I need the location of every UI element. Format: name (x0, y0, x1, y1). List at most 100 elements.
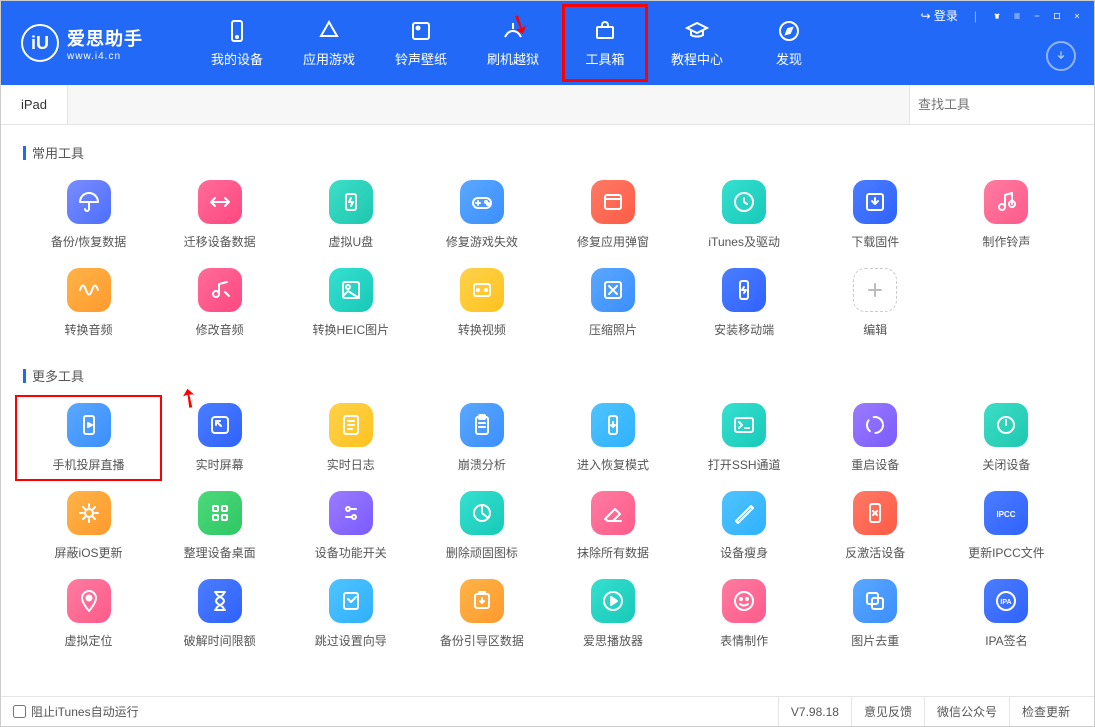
tool-umbrella[interactable]: 备份/恢复数据 (23, 180, 154, 250)
nav-label: 应用游戏 (303, 49, 355, 68)
wechat-link[interactable]: 微信公众号 (924, 697, 1009, 726)
tool-label: 手机投屏直播 (53, 456, 125, 473)
tool-erase[interactable]: 抹除所有数据 (548, 491, 679, 561)
tool-label: 备份/恢复数据 (51, 233, 126, 250)
tool-label: 崩溃分析 (458, 456, 506, 473)
tool-plus[interactable]: 编辑 (810, 268, 941, 338)
tool-wave[interactable]: 转换音频 (23, 268, 154, 338)
compress-icon (591, 268, 635, 312)
block-itunes-checkbox[interactable]: 阻止iTunes自动运行 (13, 703, 139, 720)
screen-icon (198, 403, 242, 447)
tool-grid[interactable]: 整理设备桌面 (154, 491, 285, 561)
nav-label: 发现 (776, 49, 802, 68)
tool-music[interactable]: 制作铃声 (941, 180, 1072, 250)
pie-icon (460, 491, 504, 535)
tool-emoji[interactable]: 表情制作 (679, 579, 810, 649)
tool-label: 安装移动端 (714, 321, 774, 338)
plus-icon (853, 268, 897, 312)
tool-gamepad[interactable]: 修复游戏失效 (416, 180, 547, 250)
device-tab[interactable]: iPad (1, 85, 68, 124)
tool-label: IPA签名 (985, 632, 1027, 649)
tool-mobile[interactable]: 安装移动端 (679, 268, 810, 338)
nav-tutorials[interactable]: 教程中心 (651, 1, 743, 85)
tool-download[interactable]: 下载固件 (810, 180, 941, 250)
nav-apps[interactable]: 应用游戏 (283, 1, 375, 85)
tool-ipa[interactable]: IPA IPA签名 (941, 579, 1072, 649)
tool-label: 整理设备桌面 (184, 544, 256, 561)
tool-phone-down[interactable]: 进入恢复模式 (548, 403, 679, 473)
logo-icon: iU (21, 24, 59, 62)
ipa-icon: IPA (984, 579, 1028, 623)
search-input[interactable] (918, 97, 1094, 112)
maximize-button[interactable] (1048, 7, 1066, 25)
tool-boot[interactable]: 备份引导区数据 (416, 579, 547, 649)
tool-itunes[interactable]: iTunes及驱动 (679, 180, 810, 250)
tool-compress[interactable]: 压缩照片 (548, 268, 679, 338)
tool-toggle[interactable]: 设备功能开关 (285, 491, 416, 561)
ipcc-icon: IPCC (984, 491, 1028, 535)
tool-label: 设备功能开关 (315, 544, 387, 561)
tool-label: 压缩照片 (589, 321, 637, 338)
minimize-button[interactable] (1028, 7, 1046, 25)
video-icon (460, 268, 504, 312)
tool-dedupe[interactable]: 图片去重 (810, 579, 941, 649)
tool-window[interactable]: 修复应用弹窗 (548, 180, 679, 250)
tool-image[interactable]: 转换HEIC图片 (285, 268, 416, 338)
nav-my-device[interactable]: 我的设备 (191, 1, 283, 85)
tool-label: 修复游戏失效 (446, 233, 518, 250)
close-button[interactable] (1068, 7, 1086, 25)
tool-ipcc[interactable]: IPCC 更新IPCC文件 (941, 491, 1072, 561)
nav-label: 刷机越狱 (487, 49, 539, 68)
phone-x-icon (853, 491, 897, 535)
tool-label: 重启设备 (851, 456, 899, 473)
tool-label: 爱思播放器 (583, 632, 643, 649)
tool-transfer[interactable]: 迁移设备数据 (154, 180, 285, 250)
tool-power[interactable]: 关闭设备 (941, 403, 1072, 473)
transfer-icon (198, 180, 242, 224)
tool-skip[interactable]: 跳过设置向导 (285, 579, 416, 649)
tool-play-phone[interactable]: 手机投屏直播 (21, 401, 156, 475)
login-link[interactable]: ↪ 登录 (915, 5, 962, 26)
tool-label: 实时日志 (327, 456, 375, 473)
tool-music-edit[interactable]: 修改音频 (154, 268, 285, 338)
log-icon (329, 403, 373, 447)
download-manager-button[interactable] (1046, 41, 1076, 71)
tool-screen[interactable]: 实时屏幕 (154, 403, 285, 473)
tool-log[interactable]: 实时日志 (285, 403, 416, 473)
tool-label: 进入恢复模式 (577, 456, 649, 473)
logo-subtitle: www.i4.cn (67, 51, 143, 62)
tool-label: 备份引导区数据 (440, 632, 524, 649)
gamepad-icon (460, 180, 504, 224)
shirt-icon[interactable] (988, 7, 1006, 25)
tool-play[interactable]: 爱思播放器 (548, 579, 679, 649)
download-icon (853, 180, 897, 224)
check-update-link[interactable]: 检查更新 (1009, 697, 1082, 726)
section-more-tools-title: 更多工具 (23, 366, 1072, 385)
tool-battery[interactable]: 虚拟U盘 (285, 180, 416, 250)
nav-toolbox[interactable]: 工具箱 (559, 1, 651, 85)
checkbox-input[interactable] (13, 705, 26, 718)
tool-video[interactable]: 转换视频 (416, 268, 547, 338)
nav-flash[interactable]: 刷机越狱 (467, 1, 559, 85)
appstore-icon (317, 19, 341, 43)
tool-gear-block[interactable]: 屏蔽iOS更新 (23, 491, 154, 561)
tool-label: 删除顽固图标 (446, 544, 518, 561)
compass-icon (777, 19, 801, 43)
nav-discover[interactable]: 发现 (743, 1, 835, 85)
menu-icon[interactable] (1008, 7, 1026, 25)
tool-terminal[interactable]: 打开SSH通道 (679, 403, 810, 473)
tool-brush[interactable]: 设备瘦身 (679, 491, 810, 561)
feedback-link[interactable]: 意见反馈 (851, 697, 924, 726)
emoji-icon (722, 579, 766, 623)
loading-icon (853, 403, 897, 447)
tool-loading[interactable]: 重启设备 (810, 403, 941, 473)
tool-location[interactable]: 虚拟定位 (23, 579, 154, 649)
image-icon (329, 268, 373, 312)
tool-clipboard[interactable]: 崩溃分析 (416, 403, 547, 473)
tool-label: 更新IPCC文件 (968, 544, 1045, 561)
tool-hourglass[interactable]: 破解时间限额 (154, 579, 285, 649)
svg-text:IPCC: IPCC (997, 510, 1016, 519)
nav-ringtones[interactable]: 铃声壁纸 (375, 1, 467, 85)
tool-phone-x[interactable]: 反激活设备 (810, 491, 941, 561)
tool-pie[interactable]: 删除顽固图标 (416, 491, 547, 561)
